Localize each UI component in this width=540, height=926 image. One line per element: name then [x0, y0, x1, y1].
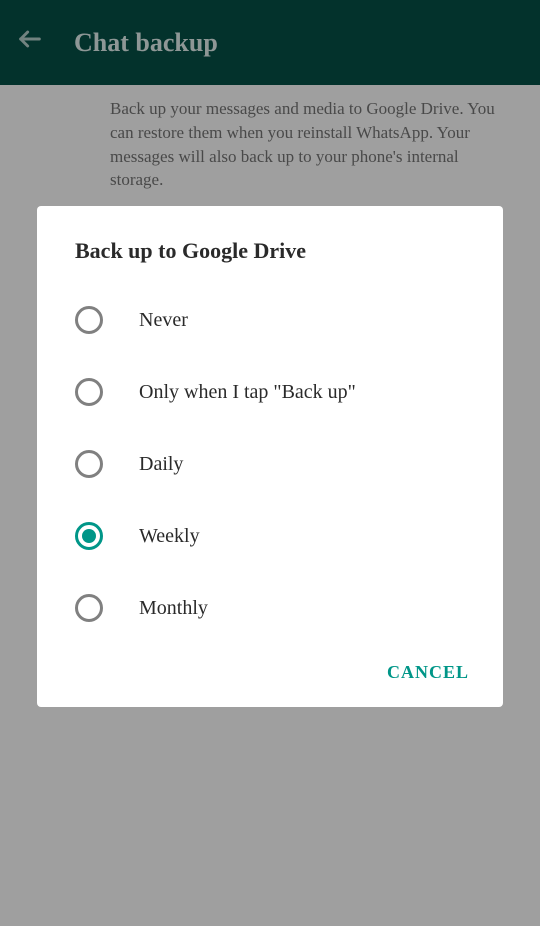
radio-label: Monthly [139, 597, 208, 620]
radio-option-never[interactable]: Never [75, 284, 503, 356]
cancel-button[interactable]: CANCEL [387, 662, 469, 683]
radio-option-daily[interactable]: Daily [75, 428, 503, 500]
radio-option-monthly[interactable]: Monthly [75, 572, 503, 644]
radio-icon [75, 450, 103, 478]
dialog-actions: CANCEL [37, 644, 503, 695]
radio-icon [75, 378, 103, 406]
radio-label: Daily [139, 453, 183, 476]
radio-option-weekly[interactable]: Weekly [75, 500, 503, 572]
radio-icon [75, 594, 103, 622]
radio-label: Only when I tap "Back up" [139, 381, 356, 404]
radio-label: Never [139, 309, 188, 332]
radio-option-only-tap[interactable]: Only when I tap "Back up" [75, 356, 503, 428]
radio-options-list: Never Only when I tap "Back up" Daily We… [37, 284, 503, 644]
radio-icon [75, 306, 103, 334]
radio-label: Weekly [139, 525, 200, 548]
dialog-title: Back up to Google Drive [37, 238, 503, 284]
radio-icon-selected [75, 522, 103, 550]
modal-overlay[interactable]: Back up to Google Drive Never Only when … [0, 0, 540, 926]
backup-frequency-dialog: Back up to Google Drive Never Only when … [37, 206, 503, 707]
